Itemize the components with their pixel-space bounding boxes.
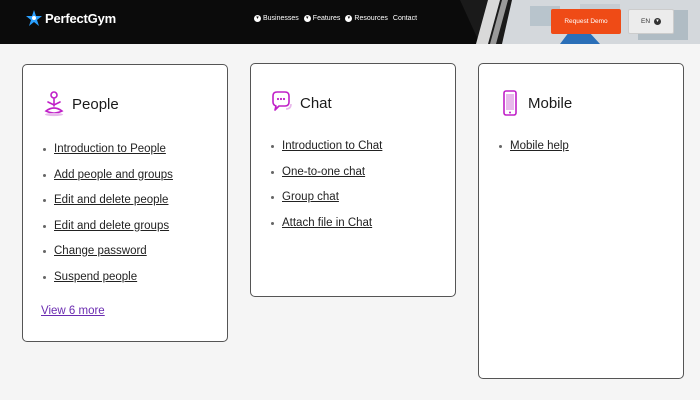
link-add-people-and-groups[interactable]: Add people and groups [54,169,173,181]
nav-label: Features [312,15,341,22]
list-item: Attach file in Chat [271,217,382,243]
chevron-down-icon: ▾ [345,15,353,22]
list-item: Change password [43,245,173,271]
list-item: Edit and delete groups [43,220,173,246]
link-group-chat[interactable]: Group chat [282,191,339,203]
card-title: Mobile [528,94,573,112]
list-item: Edit and delete people [43,194,173,220]
people-card: People Introduction to People Add people… [22,64,228,342]
card-title: People [72,95,119,113]
list-item: One-to-one chat [271,166,382,192]
mobile-link-list: Mobile help [499,140,569,166]
nav-item-contact[interactable]: Contact [393,15,417,22]
nav-item-features[interactable]: ▾ Features [303,15,341,22]
main-nav: ▾ Businesses ▾ Features ▾ Resources Cont… [254,15,417,22]
card-title: Chat [300,94,332,112]
link-suspend-people[interactable]: Suspend people [54,271,137,283]
chat-link-list: Introduction to Chat One-to-one chat Gro… [271,140,382,242]
chat-bubble-icon [272,91,292,111]
top-navigation-bar: PerfectGym ▾ Businesses ▾ Features ▾ Res… [0,0,700,44]
link-mobile-help[interactable]: Mobile help [510,140,569,152]
list-item: Suspend people [43,271,173,297]
link-introduction-to-chat[interactable]: Introduction to Chat [282,140,382,152]
chat-card: Chat Introduction to Chat One-to-one cha… [250,63,456,297]
nav-item-resources[interactable]: ▾ Resources [345,15,388,22]
link-edit-and-delete-groups[interactable]: Edit and delete groups [54,220,169,232]
list-item: Mobile help [499,140,569,166]
list-item: Introduction to Chat [271,140,382,166]
logo-star-icon [26,10,42,26]
language-selector[interactable]: EN ▾ [628,9,674,34]
nav-label: Resources [354,15,388,22]
link-one-to-one-chat[interactable]: One-to-one chat [282,166,365,178]
link-change-password[interactable]: Change password [54,245,147,257]
nav-item-businesses[interactable]: ▾ Businesses [254,15,299,22]
card-header: Chat [271,90,332,116]
link-attach-file-in-chat[interactable]: Attach file in Chat [282,217,372,229]
list-item: Group chat [271,191,382,217]
chevron-down-icon: ▾ [303,15,311,22]
list-item: Introduction to People [43,143,173,169]
link-introduction-to-people[interactable]: Introduction to People [54,143,166,155]
perfectgym-logo[interactable]: PerfectGym [26,10,116,26]
nav-label: Businesses [263,15,299,22]
list-item: Add people and groups [43,169,173,195]
nav-label: Contact [392,15,418,22]
mobile-card: Mobile Mobile help [478,63,684,379]
chevron-down-icon: ▾ [254,15,261,22]
card-header: People [43,91,119,117]
card-header: Mobile [499,90,572,116]
people-link-list: Introduction to People Add people and gr… [43,143,173,296]
language-label: EN [640,18,651,25]
mobile-phone-icon [503,90,517,116]
chevron-down-icon: ▾ [654,18,662,25]
logo-text: PerfectGym [45,10,116,26]
link-edit-and-delete-people[interactable]: Edit and delete people [54,194,168,206]
view-more-link[interactable]: View 6 more [41,305,105,317]
request-demo-button[interactable]: Request Demo [551,9,621,34]
person-meditation-icon [44,91,64,117]
